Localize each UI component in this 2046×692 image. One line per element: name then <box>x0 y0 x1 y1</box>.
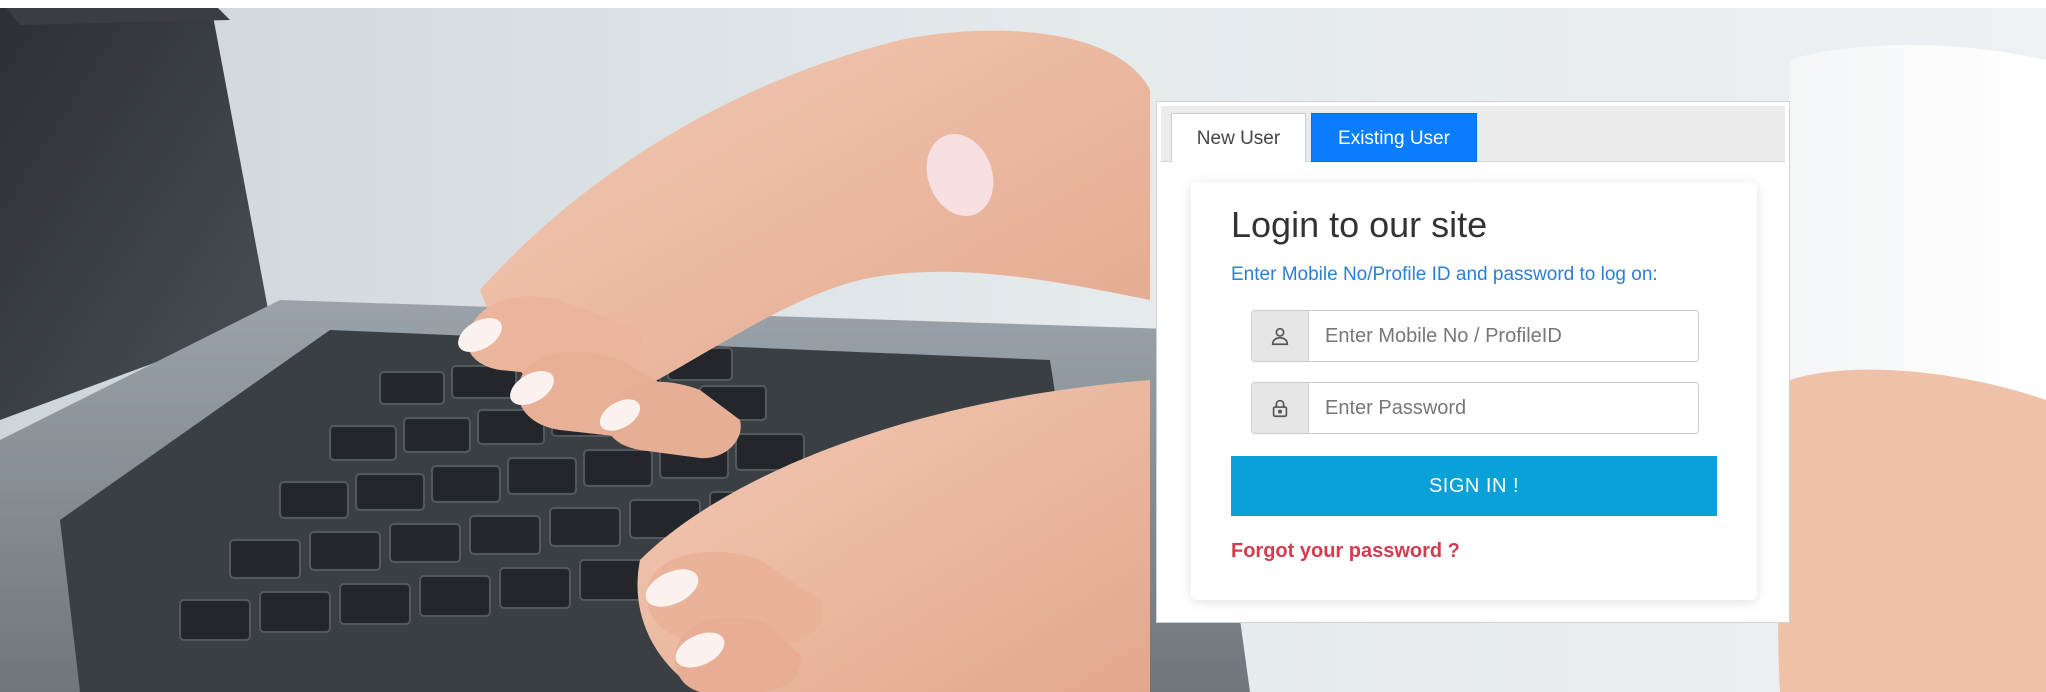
hero-section: New User Existing User Login to our site… <box>0 0 2046 692</box>
login-card: Login to our site Enter Mobile No/Profil… <box>1191 182 1757 600</box>
login-panel: New User Existing User Login to our site… <box>1156 101 1790 623</box>
tab-new-user[interactable]: New User <box>1171 113 1306 162</box>
tab-existing-user[interactable]: Existing User <box>1311 113 1477 162</box>
password-input-group <box>1251 382 1699 434</box>
login-subtitle: Enter Mobile No/Profile ID and password … <box>1231 264 1658 285</box>
login-title: Login to our site <box>1231 204 1488 245</box>
lock-icon <box>1252 383 1309 433</box>
forgot-password-link[interactable]: Forgot your password ? <box>1231 540 1460 563</box>
username-input[interactable] <box>1309 311 1698 361</box>
tab-strip: New User Existing User <box>1161 106 1785 162</box>
sign-in-button[interactable]: SIGN IN ! <box>1231 456 1717 516</box>
user-icon <box>1252 311 1309 361</box>
password-input[interactable] <box>1309 383 1698 433</box>
username-input-group <box>1251 310 1699 362</box>
